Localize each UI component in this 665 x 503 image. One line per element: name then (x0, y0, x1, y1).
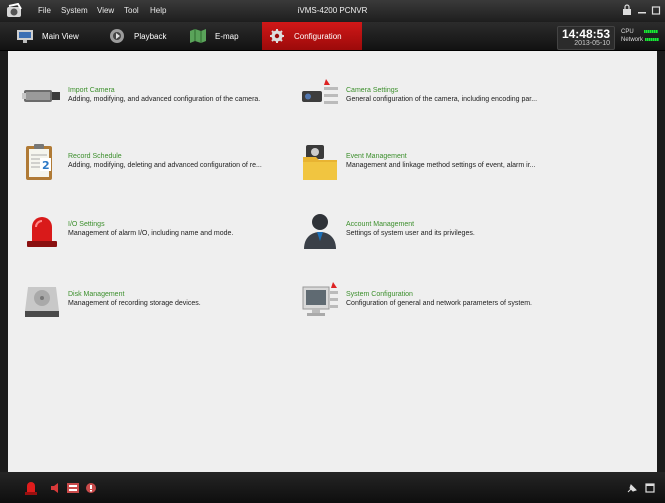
network-meter (645, 37, 659, 41)
item-title: Camera Settings (346, 87, 399, 94)
svg-text:2: 2 (42, 159, 50, 172)
tab-playback[interactable]: Playback (102, 22, 178, 50)
event-management-item[interactable]: Event Management Management and linkage … (300, 143, 600, 183)
alarm-light-icon (27, 217, 57, 247)
item-description: Settings of system user and its privileg… (346, 230, 475, 237)
minimize-icon[interactable] (637, 4, 647, 16)
emap-icon (190, 29, 206, 43)
item-description: Management of recording storage devices. (68, 300, 201, 307)
item-description: Management of alarm I/O, including name … (68, 230, 234, 237)
tab-configuration[interactable]: Configuration (262, 22, 362, 50)
resource-usage: CPU Network (621, 28, 659, 44)
item-title: I/O Settings (68, 221, 105, 228)
system-config-icon (302, 282, 338, 316)
alarm-icon[interactable] (24, 479, 38, 496)
account-management-item[interactable]: Account Management Settings of system us… (300, 211, 600, 251)
clock-time: 14:48:53 (561, 27, 610, 41)
tab-label: E-map (215, 31, 239, 41)
module-tab-bar: Main View Playback E-map Configuration 1… (0, 22, 665, 51)
playback-icon (110, 29, 124, 43)
item-title: Event Management (346, 153, 407, 160)
record-schedule-item[interactable]: 2 Record Schedule Adding, modifying, del… (22, 143, 282, 183)
clock-date: 2013-05-10 (574, 40, 610, 47)
item-description: Adding, modifying, deleting and advanced… (68, 162, 262, 169)
item-title: Record Schedule (68, 153, 122, 160)
tab-label: Playback (134, 31, 167, 41)
menu-bar: File System View Tool Help iVMS-4200 PCN… (0, 0, 665, 22)
item-title: System Configuration (346, 291, 413, 298)
tab-label: Main View (42, 31, 79, 41)
item-description: Management and linkage method settings o… (346, 162, 536, 169)
tab-main-view[interactable]: Main View (10, 22, 96, 50)
maximize-icon[interactable] (651, 4, 661, 16)
item-description: Configuration of general and network par… (346, 300, 532, 307)
configuration-panel: Import Camera Adding, modifying, and adv… (8, 51, 657, 472)
disk-management-item[interactable]: Disk Management Management of recording … (22, 281, 282, 321)
clock-display: 14:48:53 2013-05-10 (556, 26, 615, 50)
record-list-icon[interactable] (67, 483, 79, 493)
configuration-icon (270, 29, 284, 43)
lock-icon[interactable] (622, 4, 632, 16)
system-configuration-item[interactable]: System Configuration Configuration of ge… (300, 281, 600, 321)
event-folder-icon (303, 145, 337, 180)
speaker-icon[interactable] (50, 483, 62, 493)
schedule-clipboard-icon: 2 (26, 144, 52, 180)
item-description: General configuration of the camera, inc… (346, 96, 538, 103)
cpu-label: CPU (620, 29, 634, 35)
item-title: Account Management (346, 221, 415, 228)
item-title: Disk Management (68, 291, 125, 298)
tab-label: Configuration (294, 31, 342, 41)
item-title: Import Camera (68, 87, 115, 94)
expand-icon[interactable] (645, 483, 655, 493)
camera-icon (22, 90, 60, 102)
import-camera-item[interactable]: Import Camera Adding, modifying, and adv… (22, 77, 282, 117)
camera-settings-icon (302, 79, 338, 104)
window-title: iVMS-4200 PCNVR (297, 6, 368, 15)
bottom-status-bar (0, 472, 665, 503)
io-settings-item[interactable]: I/O Settings Management of alarm I/O, in… (22, 211, 282, 251)
monitor-icon (17, 30, 33, 43)
item-description: Adding, modifying, and advanced configur… (68, 96, 261, 103)
user-account-icon (304, 214, 336, 249)
camera-settings-item[interactable]: Camera Settings General configuration of… (300, 77, 600, 117)
event-alert-icon[interactable] (85, 483, 97, 493)
tab-emap[interactable]: E-map (183, 22, 251, 50)
cpu-meter (643, 29, 658, 33)
hard-disk-icon (25, 287, 59, 317)
network-label: Network (620, 37, 643, 43)
pin-icon[interactable] (626, 483, 638, 493)
